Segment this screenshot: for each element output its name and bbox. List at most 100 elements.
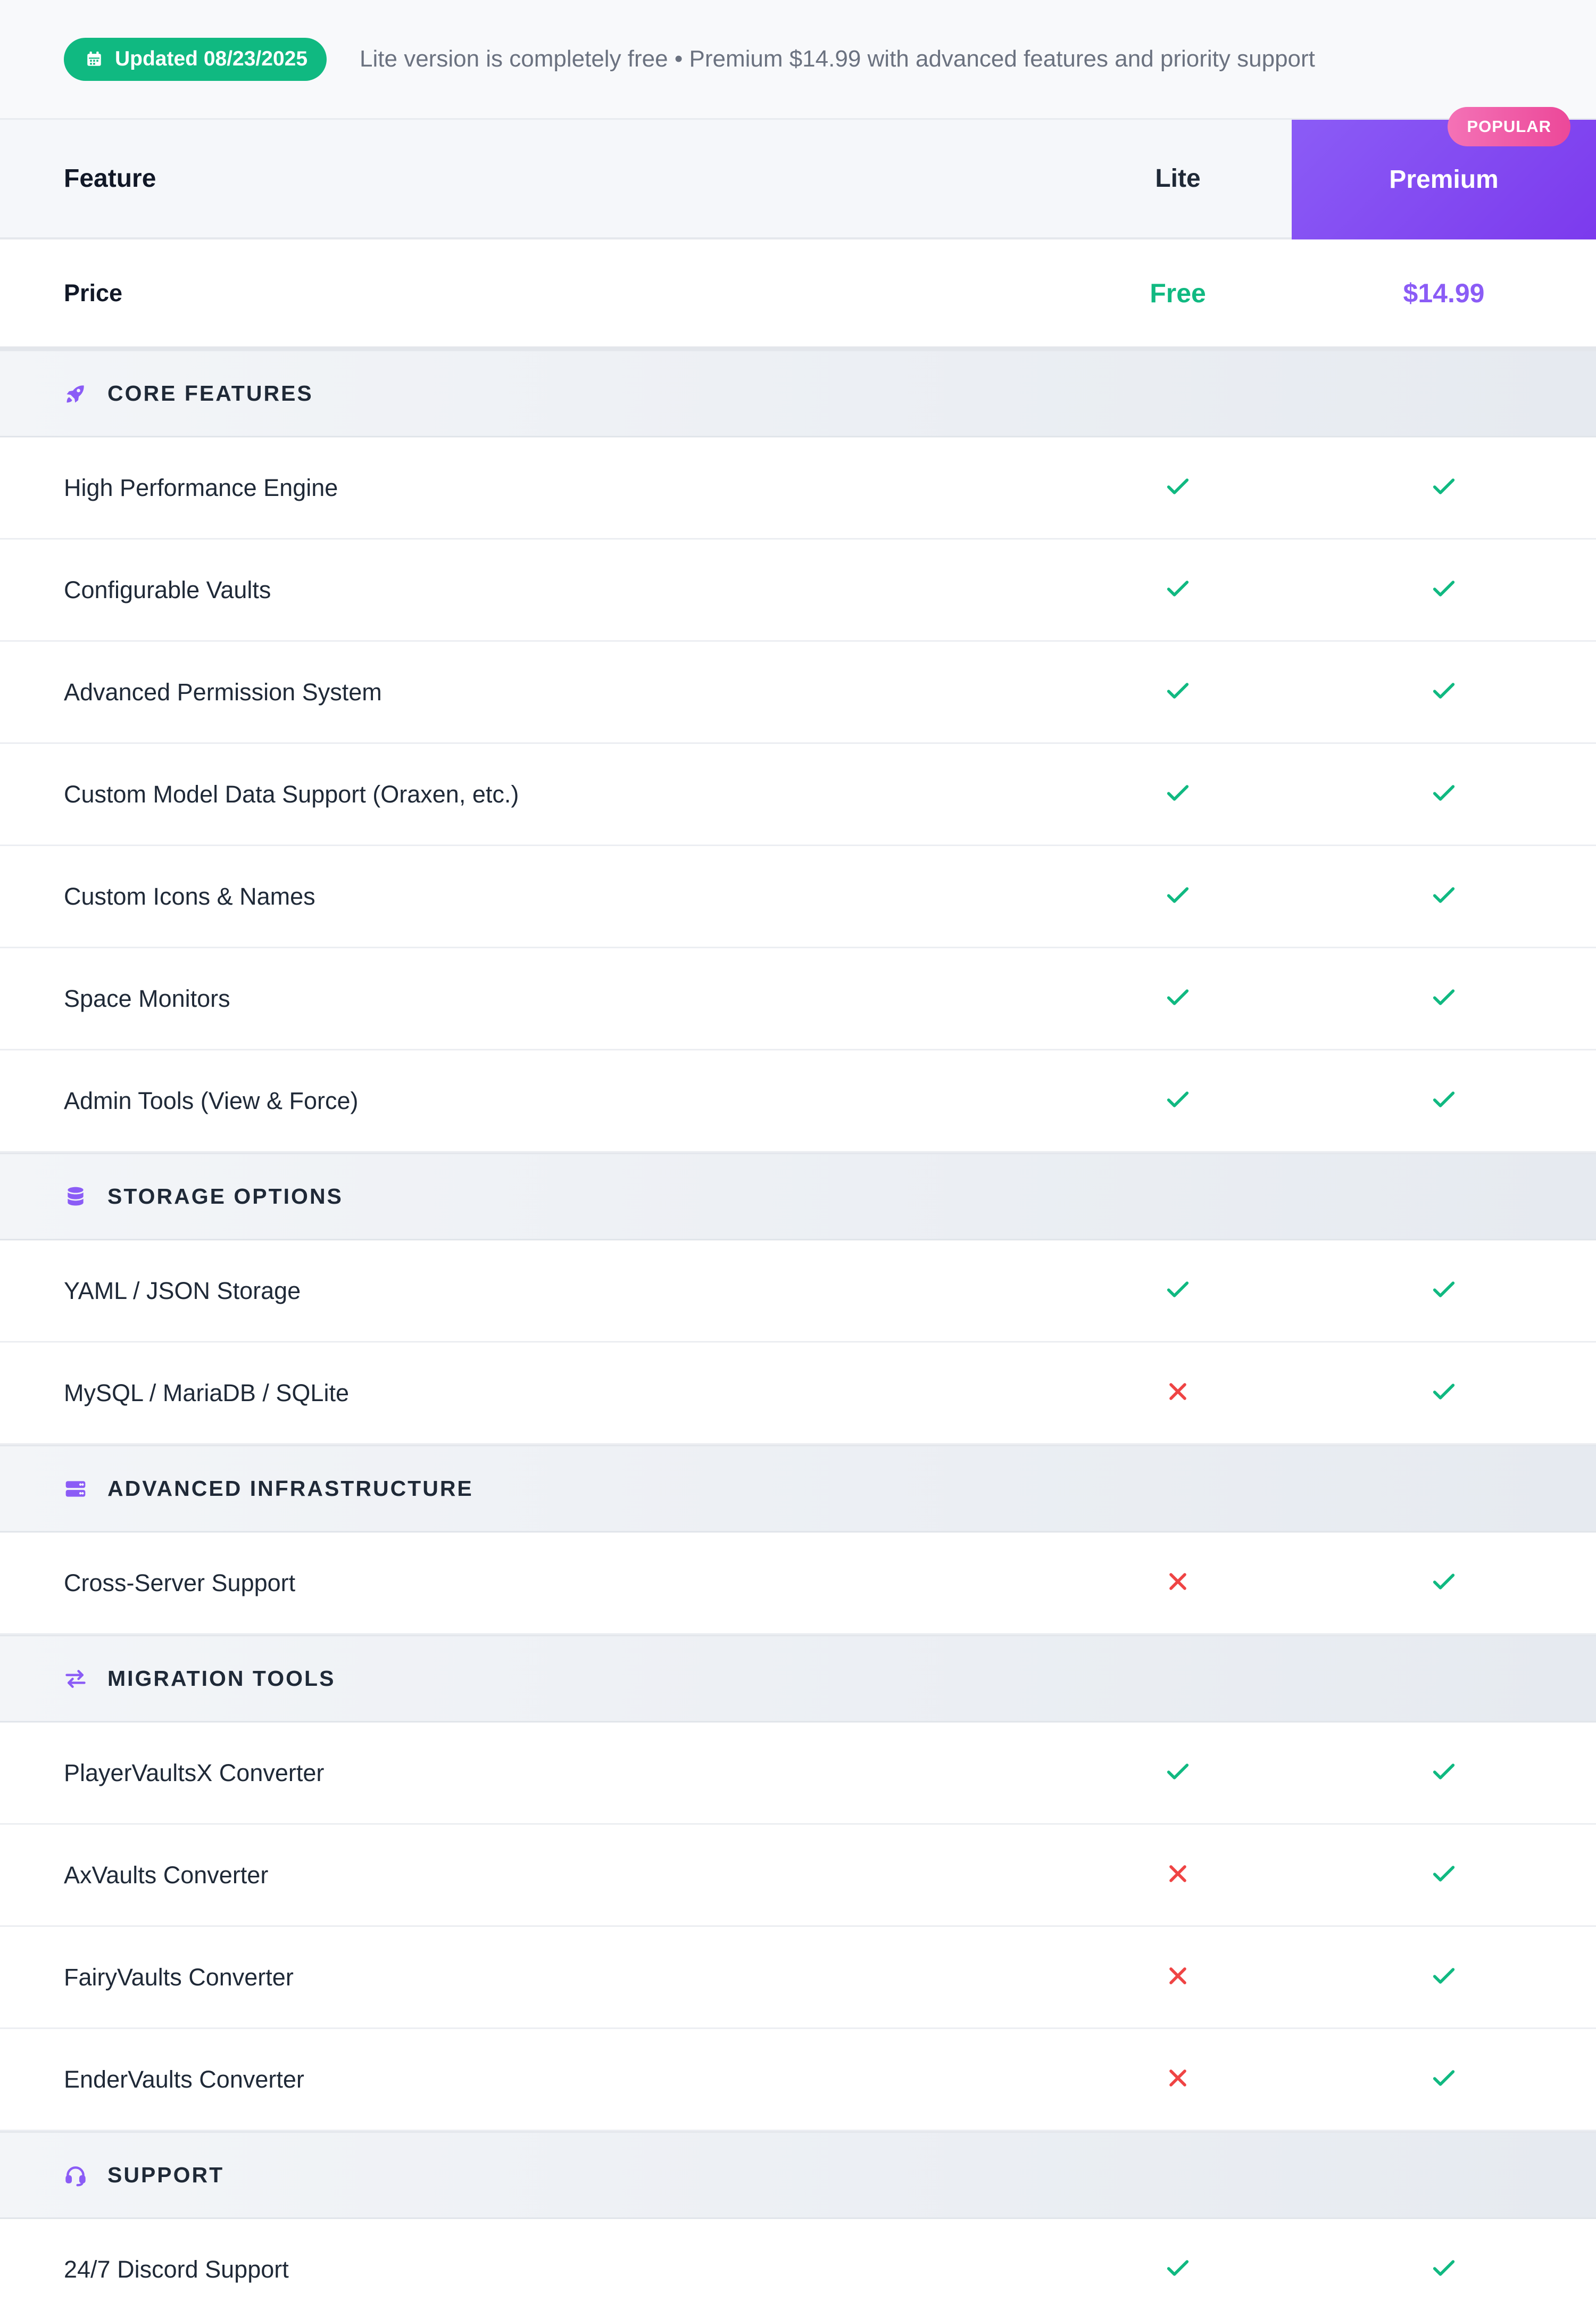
feature-label: Custom Icons & Names xyxy=(64,882,315,910)
feature-row: MySQL / MariaDB / SQLite xyxy=(0,1343,1596,1445)
lite-cell xyxy=(1064,1860,1292,1890)
feature-row: 24/7 Discord Support xyxy=(0,2219,1596,2318)
section-title: STORAGE OPTIONS xyxy=(107,1184,343,1208)
section-title: ADVANCED INFRASTRUCTURE xyxy=(107,1476,473,1501)
header-premium-label: Premium xyxy=(1389,165,1499,194)
check-icon xyxy=(1430,1758,1458,1785)
feature-label: EnderVaults Converter xyxy=(64,2065,304,2093)
lite-cell xyxy=(1064,2254,1292,2284)
section-header: ADVANCED INFRASTRUCTURE xyxy=(0,1445,1596,1533)
pricing-note: Lite version is completely free • Premiu… xyxy=(360,46,1315,72)
premium-cell xyxy=(1292,1276,1596,1306)
premium-cell xyxy=(1292,677,1596,707)
feature-label: Custom Model Data Support (Oraxen, etc.) xyxy=(64,780,519,808)
cross-icon xyxy=(1164,2064,1192,2092)
check-icon xyxy=(1430,1860,1458,1887)
check-icon xyxy=(1430,1276,1458,1303)
feature-label: Advanced Permission System xyxy=(64,678,382,706)
check-icon xyxy=(1164,881,1192,909)
feature-label: 24/7 Discord Support xyxy=(64,2255,289,2283)
header-lite: Lite xyxy=(1155,164,1201,193)
premium-cell xyxy=(1292,881,1596,912)
premium-cell xyxy=(1292,779,1596,809)
feature-row: High Performance Engine xyxy=(0,437,1596,540)
check-icon xyxy=(1430,473,1458,500)
feature-label: PlayerVaultsX Converter xyxy=(64,1759,325,1786)
check-icon xyxy=(1430,1086,1458,1113)
check-icon xyxy=(1164,983,1192,1011)
database-icon xyxy=(64,1185,87,1208)
exchange-arrows-icon xyxy=(64,1667,87,1691)
feature-row: FairyVaults Converter xyxy=(0,1927,1596,2029)
lite-cell xyxy=(1064,1962,1292,1992)
feature-row: Cross-Server Support xyxy=(0,1533,1596,1635)
premium-cell xyxy=(1292,1086,1596,1116)
headset-icon xyxy=(64,2164,87,2187)
feature-label: Configurable Vaults xyxy=(64,576,271,603)
lite-cell xyxy=(1064,677,1292,707)
check-icon xyxy=(1164,575,1192,602)
calendar-icon xyxy=(87,51,101,66)
feature-label: Space Monitors xyxy=(64,984,230,1012)
rocket-icon xyxy=(64,382,87,405)
lite-cell xyxy=(1064,1568,1292,1598)
header-premium: Premium POPULAR xyxy=(1292,107,1596,239)
lite-cell xyxy=(1064,473,1292,503)
section-title: SUPPORT xyxy=(107,2163,225,2187)
section-header: MIGRATION TOOLS xyxy=(0,1635,1596,1723)
check-icon xyxy=(1430,575,1458,602)
feature-row: AxVaults Converter xyxy=(0,1825,1596,1927)
premium-cell xyxy=(1292,1758,1596,1788)
price-premium: $14.99 xyxy=(1403,278,1485,308)
check-icon xyxy=(1430,1568,1458,1595)
lite-cell xyxy=(1064,1378,1292,1408)
check-icon xyxy=(1430,1962,1458,1990)
cross-icon xyxy=(1164,1962,1192,1990)
premium-cell xyxy=(1292,2254,1596,2284)
section-header: STORAGE OPTIONS xyxy=(0,1153,1596,1240)
lite-cell xyxy=(1064,1758,1292,1788)
check-icon xyxy=(1430,779,1458,807)
premium-cell xyxy=(1292,575,1596,605)
feature-row: Custom Model Data Support (Oraxen, etc.) xyxy=(0,744,1596,846)
lite-cell xyxy=(1064,2064,1292,2095)
cross-icon xyxy=(1164,1860,1192,1887)
feature-row: Admin Tools (View & Force) xyxy=(0,1050,1596,1153)
lite-cell xyxy=(1064,881,1292,912)
lite-cell xyxy=(1064,983,1292,1014)
feature-row: EnderVaults Converter xyxy=(0,2029,1596,2131)
server-icon xyxy=(64,1477,87,1501)
section-header: SUPPORT xyxy=(0,2131,1596,2219)
cross-icon xyxy=(1164,1568,1192,1595)
cross-icon xyxy=(1164,1378,1192,1405)
check-icon xyxy=(1164,1086,1192,1113)
premium-cell xyxy=(1292,1378,1596,1408)
feature-row: Custom Icons & Names xyxy=(0,846,1596,948)
updated-badge: Updated 08/23/2025 xyxy=(64,37,327,81)
section-title: CORE FEATURES xyxy=(107,381,313,405)
header-feature: Feature xyxy=(64,164,156,193)
check-icon xyxy=(1164,473,1192,500)
feature-label: Cross-Server Support xyxy=(64,1569,296,1596)
premium-cell xyxy=(1292,1962,1596,1992)
feature-row: Space Monitors xyxy=(0,948,1596,1050)
feature-label: MySQL / MariaDB / SQLite xyxy=(64,1379,349,1406)
popular-badge: POPULAR xyxy=(1448,107,1570,146)
updated-badge-label: Updated 08/23/2025 xyxy=(115,47,308,70)
check-icon xyxy=(1430,2254,1458,2282)
feature-row: Configurable Vaults xyxy=(0,540,1596,642)
price-lite: Free xyxy=(1150,278,1206,308)
feature-label: AxVaults Converter xyxy=(64,1861,269,1889)
section-header: CORE FEATURES xyxy=(0,350,1596,437)
table-header: Feature Lite Premium POPULAR xyxy=(0,107,1596,239)
price-row: Price Free $14.99 xyxy=(0,239,1596,350)
check-icon xyxy=(1164,677,1192,705)
feature-label: YAML / JSON Storage xyxy=(64,1277,301,1304)
premium-cell xyxy=(1292,983,1596,1014)
check-icon xyxy=(1430,983,1458,1011)
check-icon xyxy=(1430,881,1458,909)
premium-cell xyxy=(1292,473,1596,503)
feature-label: Admin Tools (View & Force) xyxy=(64,1087,359,1114)
check-icon xyxy=(1430,2064,1458,2092)
premium-cell xyxy=(1292,2064,1596,2095)
